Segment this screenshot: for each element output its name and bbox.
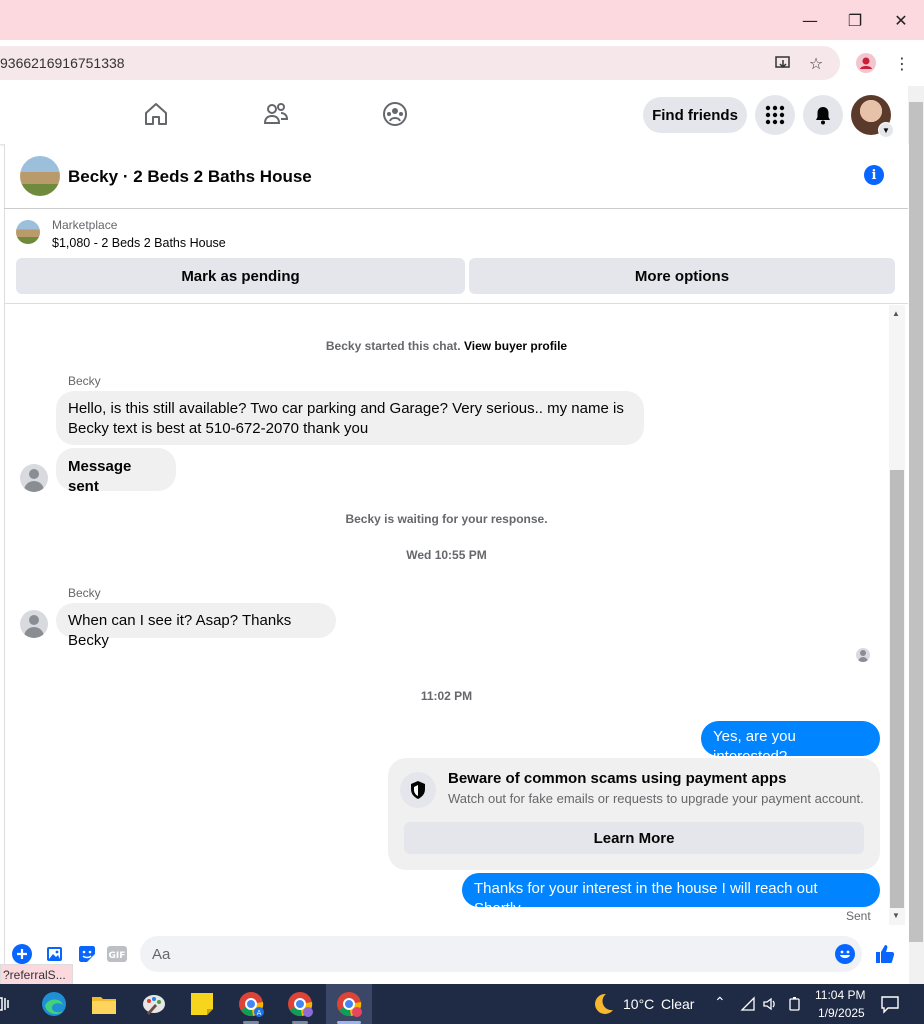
bookmark-star-icon[interactable]: ☆ <box>805 52 827 74</box>
chat-started-text: Becky started this chat. <box>325 339 461 353</box>
buyer-avatar[interactable] <box>20 464 48 492</box>
timestamp: 11:02 PM <box>420 689 473 703</box>
weather-desc[interactable]: Clear <box>661 996 694 1012</box>
status-bar-url: ?referralS... <box>0 964 73 986</box>
svg-text:GIF: GIF <box>109 951 126 961</box>
incoming-message-bubble[interactable]: Hello, is this still available? Two car … <box>56 391 644 445</box>
read-receipt-avatar <box>856 648 870 662</box>
outgoing-message-bubble[interactable]: Thanks for your interest in the house I … <box>462 873 880 917</box>
chrome-profile-a-icon[interactable]: A <box>235 988 267 1020</box>
url-text[interactable]: 9366216916751338 <box>0 55 125 71</box>
listing-price-title[interactable]: $1,080 - 2 Beds 2 Baths House <box>52 236 226 250</box>
divider <box>4 303 908 304</box>
clock-date[interactable]: 1/9/2025 <box>818 1006 865 1020</box>
address-bar[interactable] <box>0 46 840 80</box>
like-thumb-icon[interactable] <box>873 942 897 966</box>
message-text-line: Hello, is this still available? Two car … <box>68 400 624 417</box>
chrome-profile-b-icon[interactable] <box>284 988 316 1020</box>
minimize-icon[interactable]: — <box>798 8 822 32</box>
notification-center-icon[interactable] <box>880 994 900 1019</box>
more-options-button[interactable]: More options <box>469 258 895 294</box>
friends-icon[interactable] <box>262 100 290 128</box>
menu-grid-icon[interactable] <box>755 95 795 135</box>
marketplace-label: Marketplace <box>52 218 118 232</box>
emoji-icon[interactable] <box>835 944 855 964</box>
chrome-profile-c-icon[interactable] <box>333 988 365 1020</box>
sender-name: Becky <box>68 374 101 388</box>
page-scrollbar-thumb[interactable] <box>909 102 923 942</box>
message-input[interactable] <box>140 936 862 972</box>
chevron-down-icon[interactable]: ▼ <box>878 122 894 138</box>
add-plus-icon[interactable] <box>12 944 32 964</box>
edge-browser-icon[interactable] <box>38 988 70 1020</box>
sticky-notes-icon[interactable] <box>186 988 218 1020</box>
scroll-up-arrow-icon[interactable]: ▲ <box>892 309 900 318</box>
marketplace-listing-thumbnail[interactable] <box>16 220 40 244</box>
restore-icon[interactable]: ❐ <box>843 8 867 32</box>
groups-icon[interactable] <box>381 100 409 128</box>
scam-warning-title: Beware of common scams using payment app… <box>448 770 787 787</box>
weather-moon-icon[interactable] <box>591 992 615 1016</box>
install-app-icon[interactable] <box>772 52 794 74</box>
profile-icon[interactable] <box>855 52 877 74</box>
chat-started-notice: Becky started this chat. View buyer prof… <box>4 339 889 353</box>
battery-icon[interactable] <box>787 996 803 1017</box>
svg-text:A: A <box>257 1009 262 1017</box>
timestamp: Wed 10:55 PM <box>406 548 487 562</box>
listing-avatar[interactable] <box>20 156 60 196</box>
message-sent-bubble[interactable]: Message sent <box>56 448 176 495</box>
sticker-icon[interactable] <box>77 944 97 964</box>
learn-more-button[interactable]: Learn More <box>404 822 864 854</box>
sender-name: Becky <box>68 586 101 600</box>
scroll-down-arrow-icon[interactable]: ▼ <box>892 911 900 920</box>
message-input-placeholder[interactable]: Aa <box>152 946 170 963</box>
wifi-icon[interactable] <box>740 996 756 1017</box>
paint-app-icon[interactable] <box>138 988 170 1020</box>
messages-scrollbar-thumb[interactable] <box>890 470 904 908</box>
weather-temp[interactable]: 10°C <box>623 996 654 1012</box>
shield-icon <box>400 772 436 808</box>
gif-icon[interactable]: GIF <box>107 944 127 964</box>
photo-icon[interactable] <box>45 944 65 964</box>
sent-status: Sent <box>846 909 871 923</box>
chevron-up-icon[interactable]: ⌃ <box>714 994 726 1011</box>
volume-icon[interactable] <box>762 996 778 1017</box>
scam-warning-description: Watch out for fake emails or requests to… <box>448 791 864 806</box>
browser-titlebar <box>0 0 924 40</box>
waiting-notice: Becky is waiting for your response. <box>345 512 548 526</box>
outgoing-message-bubble[interactable]: Yes, are you interested? <box>701 721 880 765</box>
task-view-icon[interactable] <box>0 988 18 1020</box>
buyer-avatar[interactable] <box>20 610 48 638</box>
info-icon[interactable]: i <box>864 165 884 185</box>
find-friends-button[interactable]: Find friends <box>643 97 747 133</box>
browser-menu-icon[interactable]: ⋮ <box>891 52 913 74</box>
view-buyer-profile-link[interactable]: View buyer profile <box>464 339 567 353</box>
incoming-message-bubble[interactable]: When can I see it? Asap? Thanks Becky <box>56 603 336 649</box>
chat-title[interactable]: Becky · 2 Beds 2 Baths House <box>68 167 312 187</box>
file-explorer-icon[interactable] <box>88 988 120 1020</box>
notifications-bell-icon[interactable] <box>803 95 843 135</box>
clock-time[interactable]: 11:04 PM <box>815 988 865 1002</box>
message-text-line: Becky text is best at 510-672-2070 thank… <box>68 420 369 437</box>
close-icon[interactable]: ✕ <box>889 8 913 32</box>
mark-as-pending-button[interactable]: Mark as pending <box>16 258 465 294</box>
home-icon[interactable] <box>142 100 170 128</box>
